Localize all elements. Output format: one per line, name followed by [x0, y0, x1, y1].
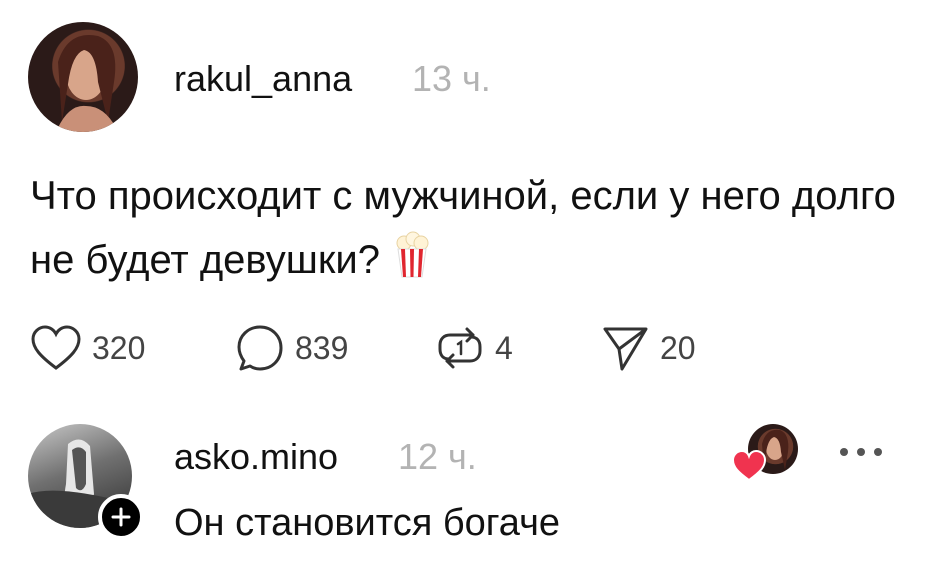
follow-plus-button[interactable] — [98, 494, 144, 540]
post-time: 13 ч. — [412, 58, 491, 99]
like-count: 320 — [92, 329, 146, 366]
comment-button[interactable]: 839 — [235, 322, 348, 374]
post-text: Что происходит с мужчиной, если у него д… — [30, 164, 900, 292]
comment-count: 839 — [295, 329, 349, 366]
more-options-icon[interactable] — [836, 440, 886, 464]
author-photo — [56, 35, 118, 132]
reply-text: Он становится богаче — [174, 502, 561, 544]
plus-icon — [111, 507, 131, 527]
comment-icon — [237, 325, 283, 371]
share-button[interactable]: 20 — [600, 322, 696, 374]
heart-badge-icon — [732, 450, 766, 482]
share-count: 20 — [660, 329, 696, 366]
like-button[interactable]: 320 — [30, 322, 145, 374]
send-icon — [603, 327, 648, 371]
post-text-content: Что происходит с мужчиной, если у него д… — [30, 174, 896, 282]
repost-icon — [438, 327, 482, 369]
reply-author-username[interactable]: asko.mino — [174, 436, 338, 478]
popcorn-icon — [396, 231, 429, 278]
reply-time: 12 ч. — [398, 436, 477, 477]
repost-button[interactable]: 4 — [435, 322, 513, 374]
heart-icon — [31, 325, 81, 370]
repost-count: 4 — [495, 329, 513, 366]
author-avatar[interactable] — [28, 22, 138, 132]
thread-post: rakul_anna 13 ч. Что происходит с мужчин… — [0, 0, 926, 586]
author-username[interactable]: rakul_anna — [174, 58, 352, 100]
action-bar: 320 839 4 20 — [30, 322, 790, 374]
